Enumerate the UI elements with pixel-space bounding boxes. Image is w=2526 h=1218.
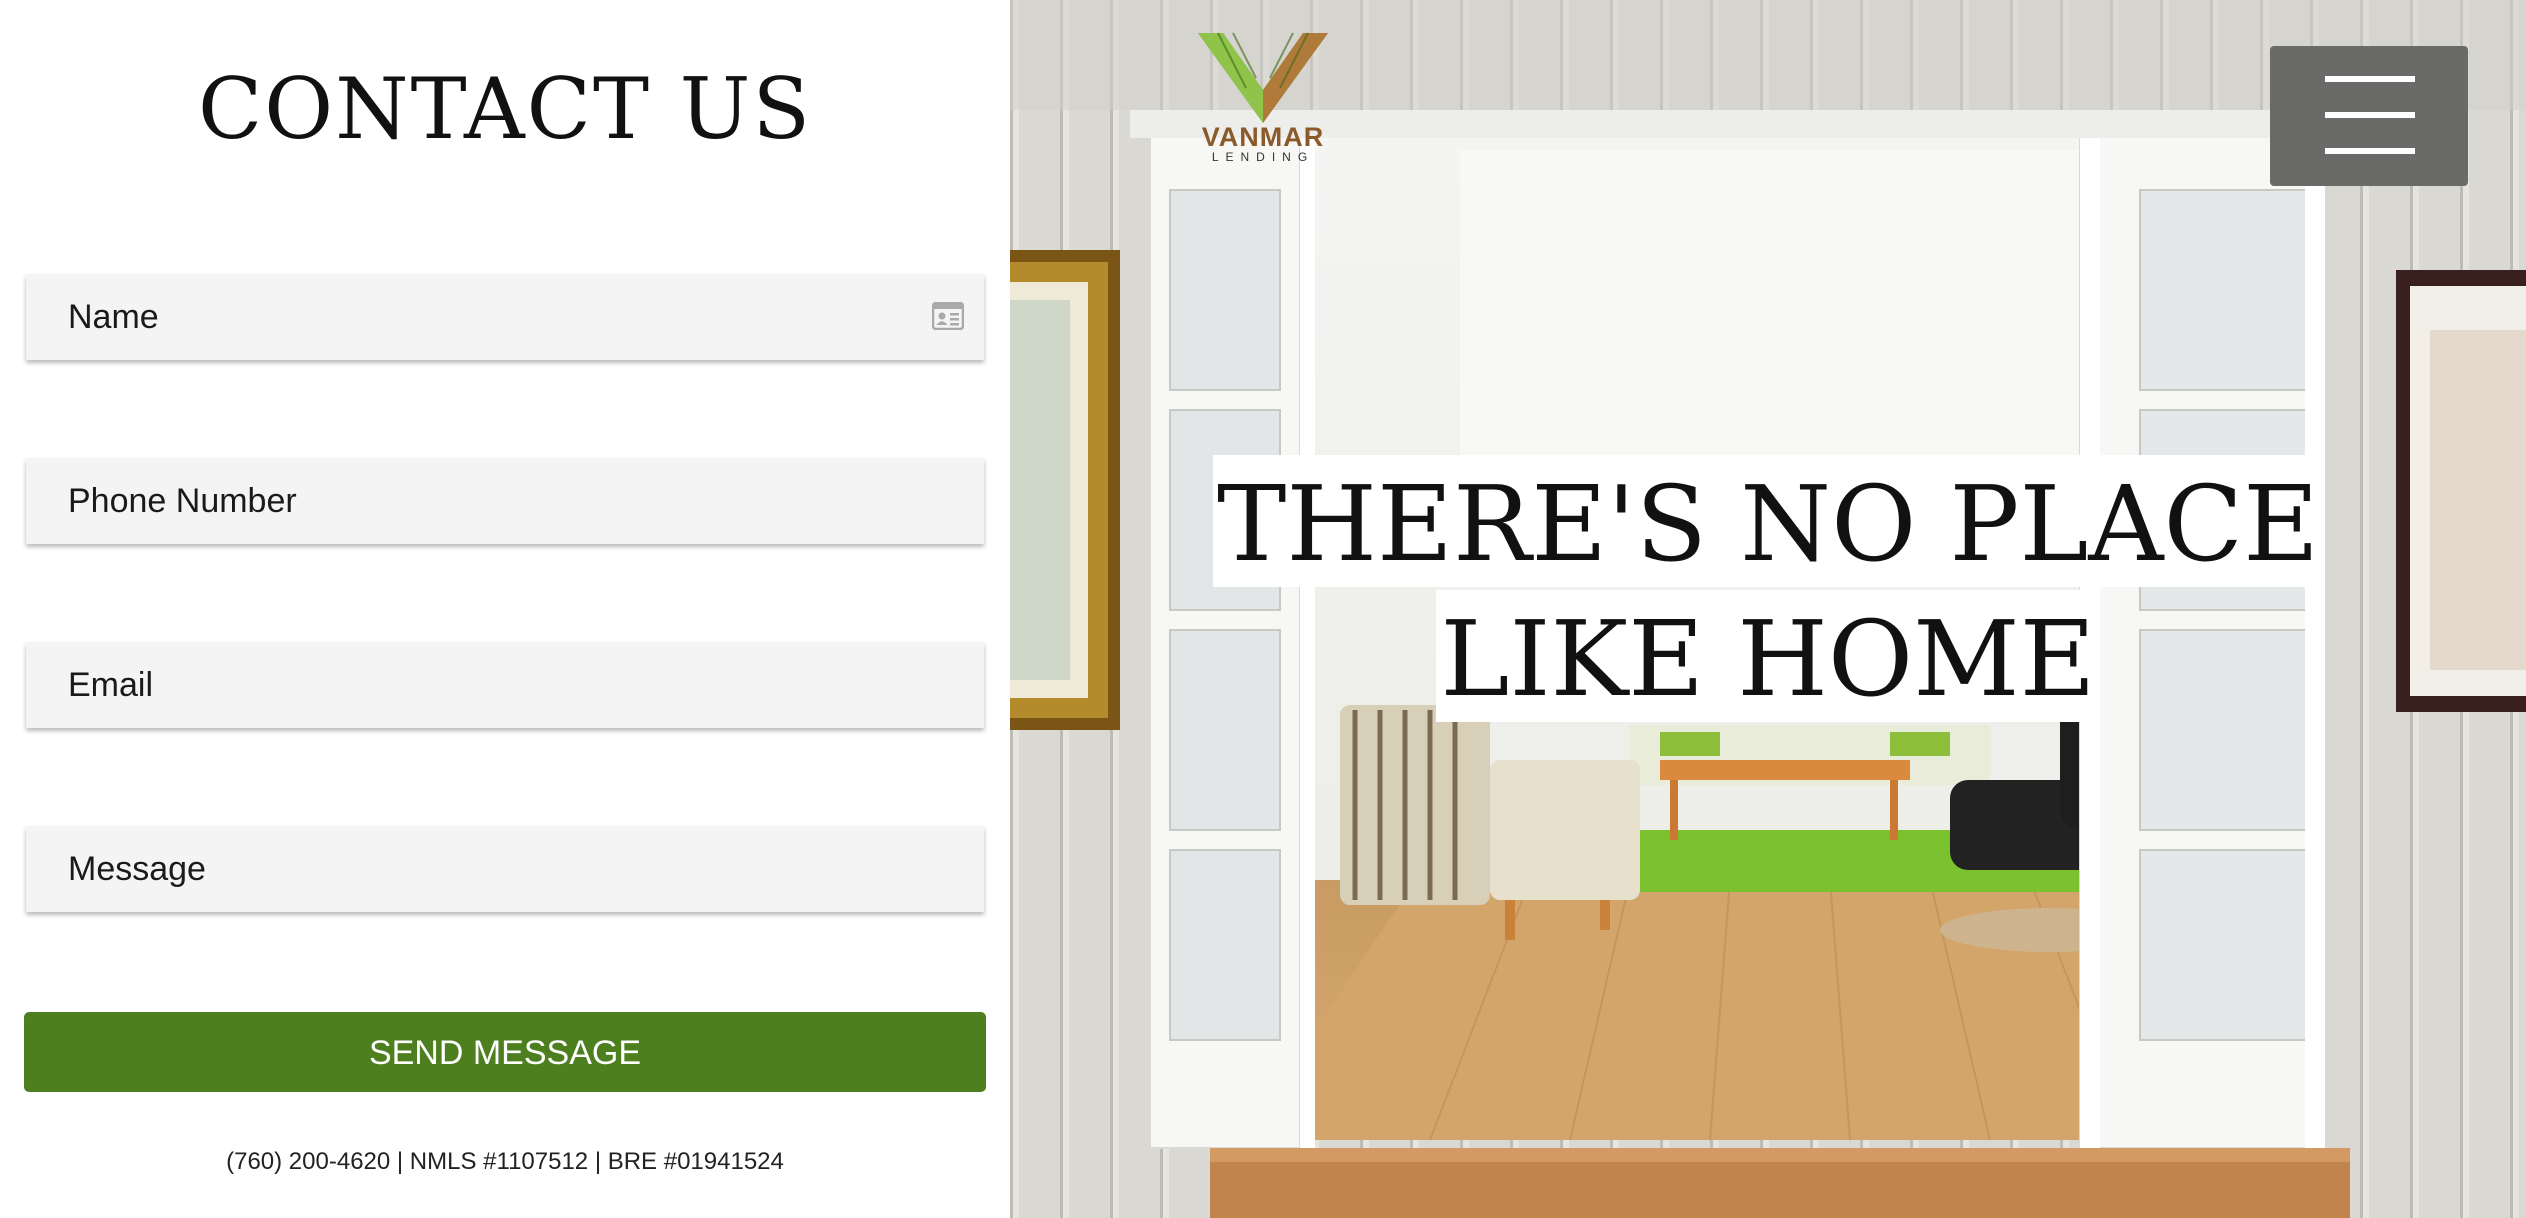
logo-name: VANMAR [1201,122,1325,152]
email-placeholder: Email [68,666,154,704]
hero-section: VANMAR LENDING THERE'S NO PLACE LIKE HOM… [1010,0,2526,1218]
hero-heading-line2: LIKE HOME [1010,590,2526,722]
message-placeholder: Message [68,850,206,888]
vanmar-v-icon [1198,32,1328,123]
hamburger-menu-button[interactable] [2270,46,2468,186]
message-input[interactable]: Message [26,826,984,912]
phone-placeholder: Phone Number [68,482,297,520]
name-placeholder: Name [68,298,159,336]
vanmar-logo[interactable]: VANMAR LENDING [1188,28,1338,168]
contact-title: CONTACT US [197,60,813,158]
logo-subtext: LENDING [1211,150,1315,164]
id-card-icon [931,301,965,331]
name-input[interactable]: Name [26,274,984,360]
phone-input[interactable]: Phone Number [26,458,984,544]
hamburger-menu-icon [2325,76,2415,82]
hero-heading-line1: THERE'S NO PLACE [1010,455,2526,587]
hero-line1-text: THERE'S NO PLACE [1212,455,2324,587]
email-input[interactable]: Email [26,642,984,728]
contact-footer-info: (760) 200-4620 | NMLS #1107512 | BRE #01… [226,1148,784,1175]
hero-line2-text: LIKE HOME [1436,590,2100,722]
send-message-button[interactable]: SEND MESSAGE [24,1012,986,1092]
contact-panel: CONTACT US Name Phone Number Email Messa… [0,0,1010,1218]
page: CONTACT US Name Phone Number Email Messa… [0,0,2526,1218]
